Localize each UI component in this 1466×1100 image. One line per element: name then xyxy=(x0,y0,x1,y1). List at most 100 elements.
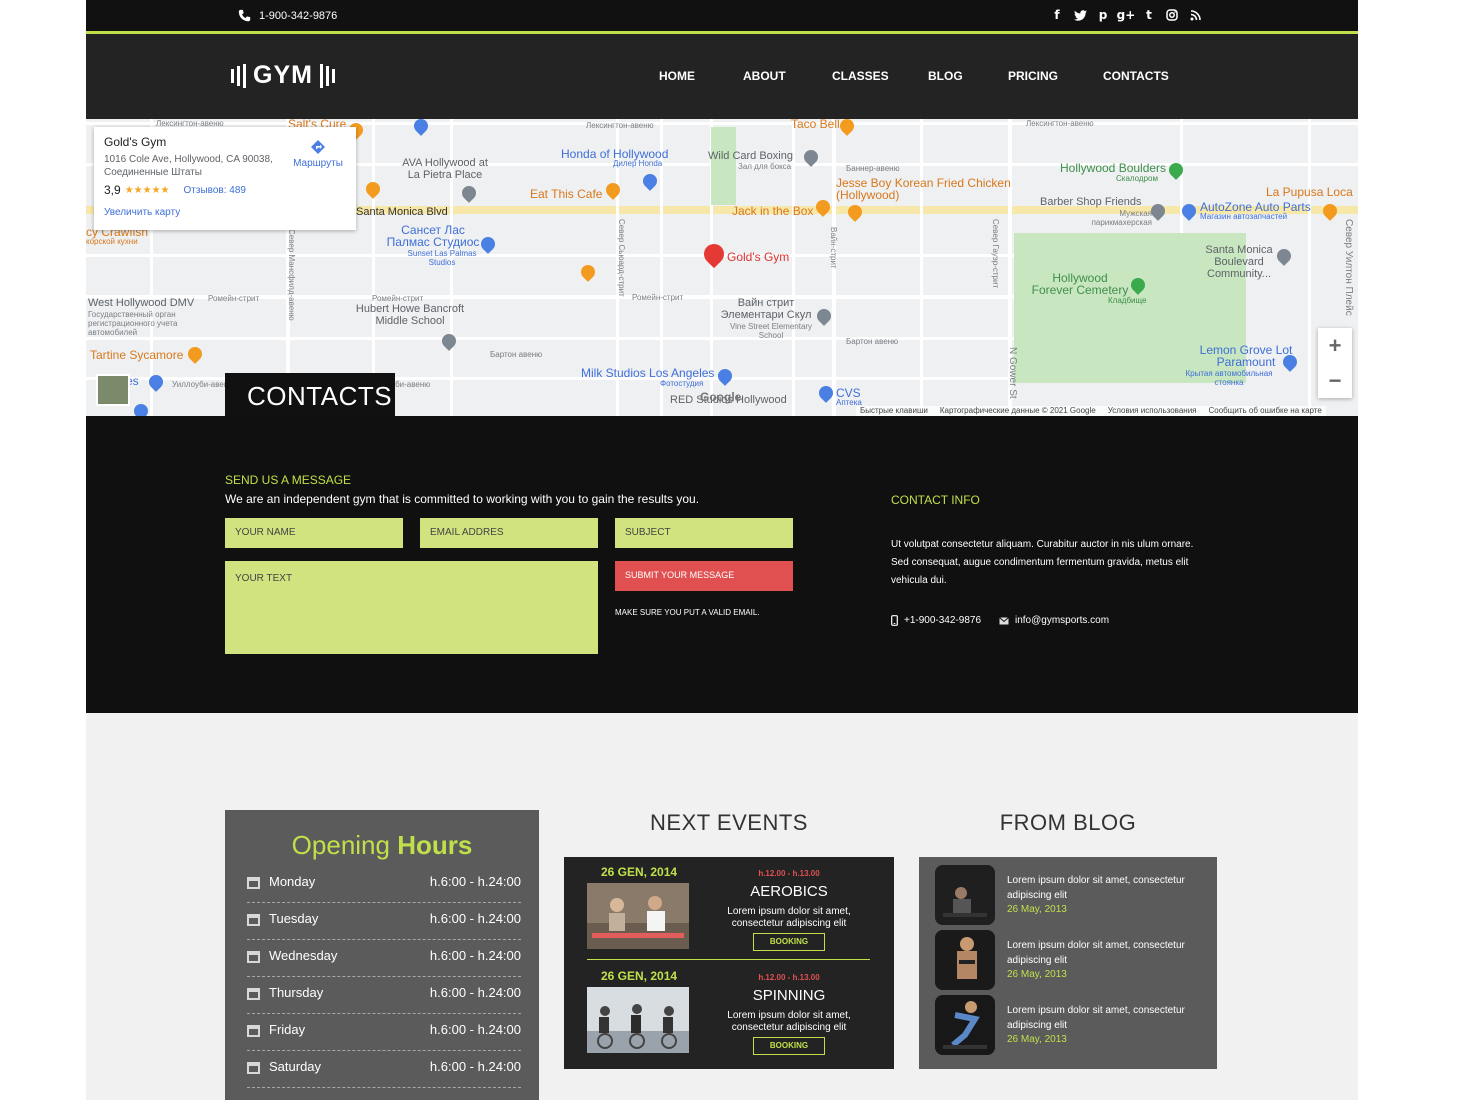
map-poi-forever-cemetery: Hollywood Forever Cemetery xyxy=(1031,271,1129,297)
blog-thumbnail[interactable] xyxy=(935,865,995,925)
map-footer-data: Картографические данные © 2021 Google xyxy=(939,406,1096,415)
map-pin-honda[interactable] xyxy=(640,171,660,191)
map-street-romaine-2: Ромейн-стрит xyxy=(372,294,424,303)
map-poi-hollywood-boulders: Hollywood Boulders xyxy=(1060,161,1167,175)
map-pin-orange-1[interactable] xyxy=(363,179,383,199)
facebook-icon[interactable]: f xyxy=(1050,7,1064,23)
phone-icon xyxy=(238,9,251,22)
blog-item[interactable]: Lorem ipsum dolor sit amet, consectetur … xyxy=(935,930,1205,990)
map-pin-golds-gym[interactable] xyxy=(699,239,729,269)
hours-time: h.6:00 - h.24:00 xyxy=(429,1059,521,1074)
nav-blog[interactable]: BLOG xyxy=(928,69,963,83)
map-info-reviews-link[interactable]: Отзывов: 489 xyxy=(184,185,246,196)
blog-excerpt: Lorem ipsum dolor sit amet, consectetur … xyxy=(1007,875,1185,901)
nav-home[interactable]: HOME xyxy=(659,69,695,83)
contact-phone[interactable]: +1-900-342-9876 xyxy=(891,615,981,626)
blog-item[interactable]: Lorem ipsum dolor sit amet, consectetur … xyxy=(935,865,1205,925)
tumblr-icon[interactable]: t xyxy=(1142,7,1156,23)
event-image[interactable] xyxy=(587,883,689,949)
map-pin-ava[interactable] xyxy=(459,183,479,203)
map-pin-milk[interactable] xyxy=(715,366,735,386)
event-item: 26 GEN, 2014 h.12.00 - h.13.00 AEROBICS … xyxy=(587,865,870,968)
map-poi-lemon-grove: Lemon Grove Lot Paramount xyxy=(1199,343,1293,369)
contact-email-address: info@gymsports.com xyxy=(1015,615,1110,626)
pinterest-icon[interactable]: p xyxy=(1096,7,1110,23)
submit-message-button[interactable]: SUBMIT YOUR MESSAGE xyxy=(615,561,793,591)
name-input[interactable]: YOUR NAME xyxy=(225,518,403,548)
map-zoom-out-button[interactable]: − xyxy=(1318,363,1352,398)
map-street-barton-1: Бартон авеню xyxy=(846,337,899,346)
hours-day: Wednesday xyxy=(269,948,338,963)
map-poi-ava: AVA Hollywood at La Pietra Place xyxy=(402,157,488,181)
map-satellite-thumbnail[interactable] xyxy=(96,374,130,406)
blog-item[interactable]: Lorem ipsum dolor sit amet, consectetur … xyxy=(935,995,1205,1055)
contact-email[interactable]: info@gymsports.com xyxy=(999,615,1109,626)
hours-row: Tuesday h.6:00 - h.24:00 xyxy=(247,903,521,940)
map-poi-santa-monica-community: Santa Monica Boulevard Community... xyxy=(1205,244,1273,280)
event-time: h.12.00 - h.13.00 xyxy=(758,869,820,878)
map-routes-label: Маршруты xyxy=(293,158,343,169)
next-events-panel: 26 GEN, 2014 h.12.00 - h.13.00 AEROBICS … xyxy=(564,857,894,1069)
topbar-phone[interactable]: 1-900-342-9876 xyxy=(238,9,337,22)
envelope-icon xyxy=(999,616,1009,624)
map-enlarge-link[interactable]: Увеличить карту xyxy=(104,207,346,218)
map-footer-terms[interactable]: Условия использования xyxy=(1108,406,1197,416)
subject-input[interactable]: SUBJECT xyxy=(615,518,793,548)
map-pin-hubert[interactable] xyxy=(439,331,459,351)
twitter-icon[interactable] xyxy=(1073,7,1087,23)
hours-time: h.6:00 - h.24:00 xyxy=(429,874,521,889)
blog-excerpt: Lorem ipsum dolor sit amet, consectetur … xyxy=(1007,940,1185,966)
calendar-icon xyxy=(247,988,260,1000)
map-street-lexington-3: Лексингтон-авеню xyxy=(1026,119,1094,128)
navbar: GYM HOME ABOUT CLASSES BLOG PRICING CONT… xyxy=(86,34,1358,119)
nav-about[interactable]: ABOUT xyxy=(743,69,786,83)
map-pin-orange-2[interactable] xyxy=(578,262,598,282)
map-poi-golds-gym: Gold's Gym xyxy=(727,250,790,264)
message-textarea[interactable]: YOUR TEXT xyxy=(225,561,598,654)
calendar-icon xyxy=(247,951,260,963)
google-plus-icon[interactable]: g+ xyxy=(1117,7,1136,23)
map-footer-report[interactable]: Сообщить об ошибке на карте xyxy=(1209,406,1322,416)
contact-section: SEND US A MESSAGE We are an independent … xyxy=(86,416,1358,713)
hours-row: Monday h.6:00 - h.24:00 xyxy=(247,866,521,903)
google-map[interactable]: Лексингтон-авеню Salt's Cure Лексингтон-… xyxy=(86,119,1358,416)
map-info-address: 1016 Cole Ave, Hollywood, CA 90038, Соед… xyxy=(104,154,273,178)
social-links: f p g+ t xyxy=(1050,7,1202,23)
page: 1-900-342-9876 f p g+ t GYM HOME ABOUT C… xyxy=(86,0,1358,1100)
valid-email-note: MAKE SURE YOU PUT A VALID EMAIL. xyxy=(615,608,760,617)
nav-classes[interactable]: CLASSES xyxy=(832,69,889,83)
map-street-banner: Баннер-авеню xyxy=(846,164,900,173)
map-pin-tartine[interactable] xyxy=(185,344,205,364)
map-pin-blue-3[interactable] xyxy=(131,401,151,416)
blog-thumbnail[interactable] xyxy=(935,930,995,990)
booking-button[interactable]: BOOKING xyxy=(753,1037,825,1055)
event-image[interactable] xyxy=(587,987,689,1053)
map-footer-shortcuts[interactable]: Быстрые клавиши xyxy=(860,406,928,416)
hours-day: Monday xyxy=(269,874,316,889)
nav-pricing[interactable]: PRICING xyxy=(1008,69,1058,83)
nav-contacts[interactable]: CONTACTS xyxy=(1103,69,1169,83)
map-poi-jesse-boy: Jesse Boy Korean Fried Chicken (Hollywoo… xyxy=(836,176,1011,202)
hours-day: Friday xyxy=(269,1022,306,1037)
star-rating-icon: ★★★★★ xyxy=(124,184,170,196)
blog-thumbnail[interactable] xyxy=(935,995,995,1055)
booking-button[interactable]: BOOKING xyxy=(753,933,825,951)
map-pin-pupusa[interactable] xyxy=(1320,201,1340,221)
contact-info-text: Ut volutpat consectetur aliquam. Curabit… xyxy=(891,539,1194,586)
contact-phone-number: +1-900-342-9876 xyxy=(904,615,982,626)
map-zoom-in-button[interactable]: + xyxy=(1318,328,1352,363)
map-pin-eat-this[interactable] xyxy=(603,180,623,200)
instagram-icon[interactable] xyxy=(1165,7,1179,23)
blog-date: 26 May, 2013 xyxy=(1007,904,1067,915)
map-routes-link[interactable]: Маршруты xyxy=(288,139,348,169)
event-name: SPINNING xyxy=(752,987,826,1004)
map-poi-pupusa: La Pupusa Loca xyxy=(1266,185,1353,199)
email-input[interactable]: EMAIL ADDRES xyxy=(420,518,598,548)
opening-hours-title: Opening Hours xyxy=(291,830,473,860)
rss-icon[interactable] xyxy=(1188,7,1202,23)
event-time: h.12.00 - h.13.00 xyxy=(758,973,820,982)
map-poi-hubert-howe: Hubert Howe Bancroft Middle School xyxy=(355,303,465,327)
contact-info-title: CONTACT INFO xyxy=(891,493,980,507)
google-logo: Google xyxy=(700,390,742,404)
hours-time: h.6:00 - h.24:00 xyxy=(429,985,521,1000)
